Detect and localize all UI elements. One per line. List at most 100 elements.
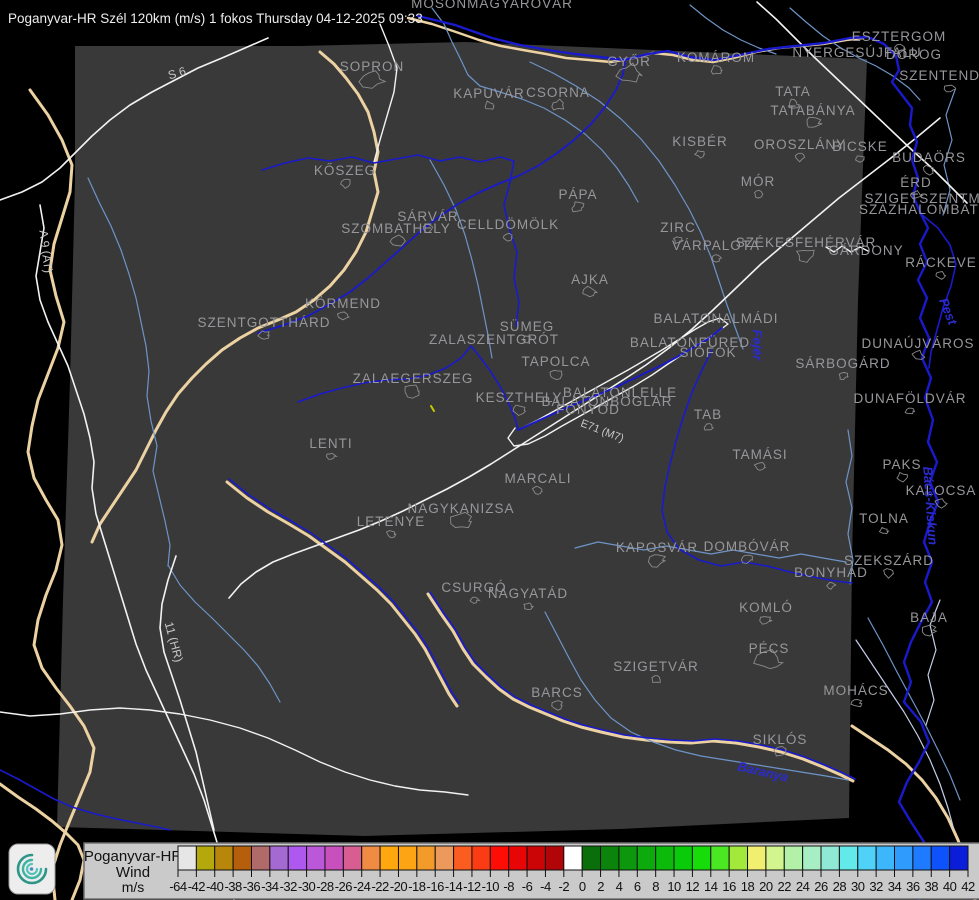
city-label: GÁRDONY [828, 243, 903, 258]
legend-color-cell [748, 846, 766, 870]
legend-color-cell [288, 846, 306, 870]
city-label: KŐSZEG [314, 163, 376, 178]
city-label: MARCALI [504, 471, 571, 486]
model-domain-area [57, 42, 867, 836]
legend-tick-label: 42 [961, 879, 975, 894]
legend-tick-label: 14 [704, 879, 718, 894]
city-label: PÁPA [558, 187, 597, 202]
city-label: PÉCS [749, 641, 790, 656]
legend-color-cell [527, 846, 545, 870]
legend-color-cell [766, 846, 784, 870]
legend-color-cell [564, 846, 582, 870]
legend-tick-label: -36 [243, 879, 261, 894]
legend-tick-label: 16 [722, 879, 736, 894]
city-label: NAGYATÁD [488, 586, 568, 601]
legend-units: m/s [122, 879, 145, 895]
cyclone-logo-icon [9, 844, 55, 894]
city-label: ESZTERGOM [852, 29, 947, 44]
city-label: MOSONMAGYARÓVÁR [411, 0, 573, 11]
legend-color-cell [674, 846, 692, 870]
legend-tick-label: 18 [741, 879, 755, 894]
city-label: SZÁZHALOMBATTA [859, 202, 979, 217]
legend-color-cell [472, 846, 490, 870]
city-label: KÖRMEND [305, 296, 381, 311]
city-label: CSORNA [526, 85, 590, 100]
city-label: DUNAFÖLDVÁR [853, 391, 966, 406]
legend-tick-label: 2 [597, 879, 604, 894]
city-label: DOMBÓVÁR [704, 539, 791, 554]
legend-color-cell [729, 846, 747, 870]
city-label: SZOMBATHELY [341, 221, 451, 236]
city-label: KISBÉR [672, 134, 728, 149]
city-label: SZENTGOTTHÁRD [198, 315, 331, 330]
legend-color-cell [913, 846, 931, 870]
city-label: RÁCKEVE [905, 255, 977, 270]
legend-tick-label: -22 [371, 879, 389, 894]
legend-color-cell [325, 846, 343, 870]
city-label: ÉRD [900, 175, 932, 190]
legend-tick-label: -28 [316, 879, 334, 894]
area-label: Fejér [750, 329, 765, 361]
city-label: LETENYE [357, 514, 426, 529]
city-label: BARCS [531, 685, 583, 700]
legend-color-cell [876, 846, 894, 870]
city-label: ZALAEGERSZEG [353, 371, 474, 386]
city-label: BUDAÖRS [892, 150, 966, 165]
legend-tick-label: -14 [445, 879, 463, 894]
legend-color-cell [931, 846, 949, 870]
legend-tick-label: -26 [335, 879, 353, 894]
legend-tick-label: 38 [925, 879, 939, 894]
legend-tick-label: -4 [540, 879, 551, 894]
city-label: SZENTENDRE [899, 68, 979, 83]
legend-color-cell [233, 846, 251, 870]
legend-tick-label: 20 [759, 879, 773, 894]
legend-color-cell [656, 846, 674, 870]
legend-color-cell [637, 846, 655, 870]
legend-color-cell [711, 846, 729, 870]
city-label: PAKS [882, 457, 921, 472]
legend-color-cell [582, 846, 600, 870]
legend-color-cell [784, 846, 802, 870]
legend-tick-label: 40 [943, 879, 957, 894]
city-label: SOPRON [340, 59, 405, 74]
legend-color-cell [858, 846, 876, 870]
legend-tick-label: -12 [463, 879, 481, 894]
legend-tick-label: -38 [224, 879, 242, 894]
legend-color-cell [839, 846, 857, 870]
legend-color-cell [803, 846, 821, 870]
legend-model-name: Poganyvar-HR [84, 848, 183, 865]
legend-tick-label: 28 [833, 879, 847, 894]
legend-color-cell [895, 846, 913, 870]
legend-tick-label: 22 [778, 879, 792, 894]
city-label: TAMÁSI [732, 447, 787, 462]
legend-tick-label: -6 [522, 879, 533, 894]
city-label: MÓR [741, 174, 776, 189]
legend-color-cell [490, 846, 508, 870]
legend-tick-label: 30 [851, 879, 865, 894]
city-label: KAPOSVÁR [616, 540, 698, 555]
legend-tick-label: 36 [906, 879, 920, 894]
legend-color-cell [343, 846, 361, 870]
legend: Poganyvar-HR Wind m/s -64-42-40-38-36-34… [9, 843, 979, 899]
legend-color-cell [417, 846, 435, 870]
legend-tick-label: -40 [206, 879, 224, 894]
legend-tick-label: 34 [888, 879, 902, 894]
city-label: AJKA [571, 272, 609, 287]
legend-color-cell [950, 846, 968, 870]
city-label: SIÓFOK [679, 345, 736, 360]
legend-tick-label: -10 [482, 879, 500, 894]
legend-tick-label: -8 [503, 879, 514, 894]
legend-color-cell [601, 846, 619, 870]
legend-tick-label: -42 [188, 879, 206, 894]
city-label: TOLNA [859, 511, 909, 526]
legend-tick-label: 4 [616, 879, 623, 894]
logo-spiral-center-dot [30, 867, 34, 871]
legend-color-cell [509, 846, 527, 870]
legend-tick-label: 26 [814, 879, 828, 894]
legend-tick-label: 6 [634, 879, 641, 894]
legend-tick-label: 24 [796, 879, 810, 894]
legend-color-cell [270, 846, 288, 870]
legend-color-cell [251, 846, 269, 870]
city-label: KOMÁROM [677, 50, 755, 65]
legend-tick-label: -18 [408, 879, 426, 894]
